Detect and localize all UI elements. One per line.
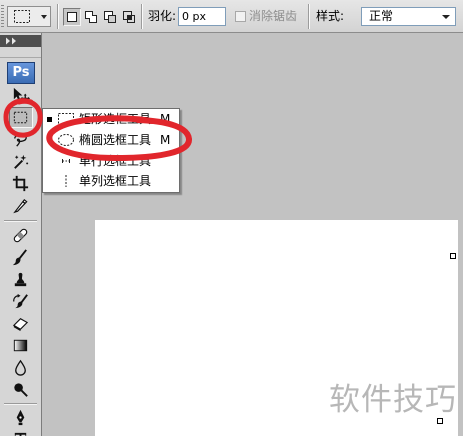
eraser-tool-icon [12, 318, 29, 332]
flyout-item-single-row-marquee[interactable]: 单行选框工具 [43, 151, 179, 172]
chevron-down-icon [41, 15, 47, 19]
ellipse-marquee-icon [58, 134, 74, 146]
transform-handle[interactable] [450, 253, 456, 259]
eraser-tool[interactable] [9, 313, 33, 334]
rect-marquee-tool-icon [13, 111, 28, 124]
style-label: 样式: [316, 9, 345, 23]
watermark: 软件技巧 [329, 382, 457, 418]
clone-stamp-tool[interactable] [9, 269, 33, 290]
pen-tool[interactable] [9, 407, 33, 428]
slice-tool[interactable] [9, 195, 33, 216]
subtract-from-selection-button[interactable] [101, 8, 119, 26]
style-select[interactable]: 正常 [361, 7, 456, 26]
canvas-area [42, 33, 463, 436]
flyout-item-label: 矩形选框工具 [79, 112, 152, 126]
rect-marquee-icon [14, 10, 30, 23]
crop-tool-icon [12, 175, 29, 192]
toolbox-separator [4, 403, 37, 405]
clone-stamp-tool-icon [14, 272, 27, 287]
dodge-tool-icon [14, 383, 28, 397]
intersect-selection-icon [123, 11, 135, 23]
single-row-marquee-icon [62, 159, 70, 163]
toolbar-separator [141, 4, 143, 29]
crop-tool[interactable] [9, 173, 33, 194]
magic-wand-tool[interactable] [9, 151, 33, 172]
marquee-tool-flyout: 矩形选框工具 M 椭圆选框工具 M 单行选框工具 单列选框工具 [42, 108, 180, 193]
single-column-marquee-icon [65, 175, 67, 187]
current-tool-marker [47, 117, 52, 122]
flyout-item-label: 单列选框工具 [79, 174, 152, 188]
feather-input[interactable]: 0 px [178, 7, 226, 26]
new-selection-button[interactable] [63, 8, 81, 26]
intersect-selection-button[interactable] [120, 8, 138, 26]
history-brush-tool[interactable] [9, 291, 33, 312]
rect-marquee-icon [58, 113, 74, 125]
healing-brush-tool[interactable] [9, 225, 33, 246]
flyout-item-shortcut: M [160, 133, 171, 147]
lasso-tool[interactable] [9, 129, 33, 150]
flyout-item-shortcut: M [160, 112, 171, 126]
flyout-item-single-column-marquee[interactable]: 单列选框工具 [43, 171, 179, 192]
magic-wand-tool-icon [14, 154, 29, 169]
type-tool-icon [14, 432, 27, 436]
antialias-label: 消除锯齿 [249, 9, 298, 23]
selection-mode-group [63, 8, 139, 26]
toolbox-header[interactable] [0, 35, 41, 47]
flyout-item-label: 单行选框工具 [79, 154, 152, 168]
lasso-tool-icon [14, 133, 27, 147]
history-brush-tool-icon [13, 293, 28, 309]
toolbar-separator [308, 4, 310, 29]
add-to-selection-icon [85, 11, 97, 23]
brush-tool-icon [12, 249, 27, 266]
blur-tool[interactable] [9, 357, 33, 378]
new-selection-icon [67, 12, 77, 22]
tool-preset-picker[interactable] [7, 6, 51, 27]
brush-tool[interactable] [9, 247, 33, 268]
subtract-from-selection-icon [104, 11, 116, 23]
toolbar-separator [57, 4, 59, 29]
add-to-selection-button[interactable] [82, 8, 100, 26]
transform-handle[interactable] [437, 418, 443, 424]
flyout-item-rect-marquee[interactable]: 矩形选框工具 M [43, 109, 179, 130]
gradient-tool[interactable] [9, 335, 33, 356]
expand-panel-icon [6, 37, 16, 45]
ps-logo[interactable]: Ps [7, 62, 35, 84]
pen-tool-icon [16, 409, 25, 426]
options-bar-grip[interactable] [1, 5, 4, 28]
dodge-tool[interactable] [9, 379, 33, 400]
rect-marquee-tool[interactable] [9, 107, 33, 128]
blur-tool-icon [15, 359, 26, 376]
type-tool[interactable] [9, 429, 33, 436]
toolbox-separator [4, 220, 37, 222]
toolbox: Ps [0, 33, 42, 436]
toolbox-strip [0, 48, 41, 58]
chevron-down-icon [442, 15, 450, 19]
options-bar: 羽化: 0 px 消除锯齿 样式: 正常 [0, 0, 463, 33]
gradient-tool-icon [13, 339, 28, 352]
slice-tool-icon [13, 198, 28, 214]
style-select-value: 正常 [369, 9, 394, 23]
antialias-checkbox[interactable] [235, 11, 246, 22]
flyout-item-ellipse-marquee[interactable]: 椭圆选框工具 M [43, 130, 179, 151]
flyout-item-label: 椭圆选框工具 [79, 133, 152, 147]
move-tool[interactable] [9, 85, 33, 106]
healing-brush-tool-icon [13, 228, 28, 243]
move-tool-icon [13, 87, 30, 104]
feather-label: 羽化: [148, 9, 177, 23]
